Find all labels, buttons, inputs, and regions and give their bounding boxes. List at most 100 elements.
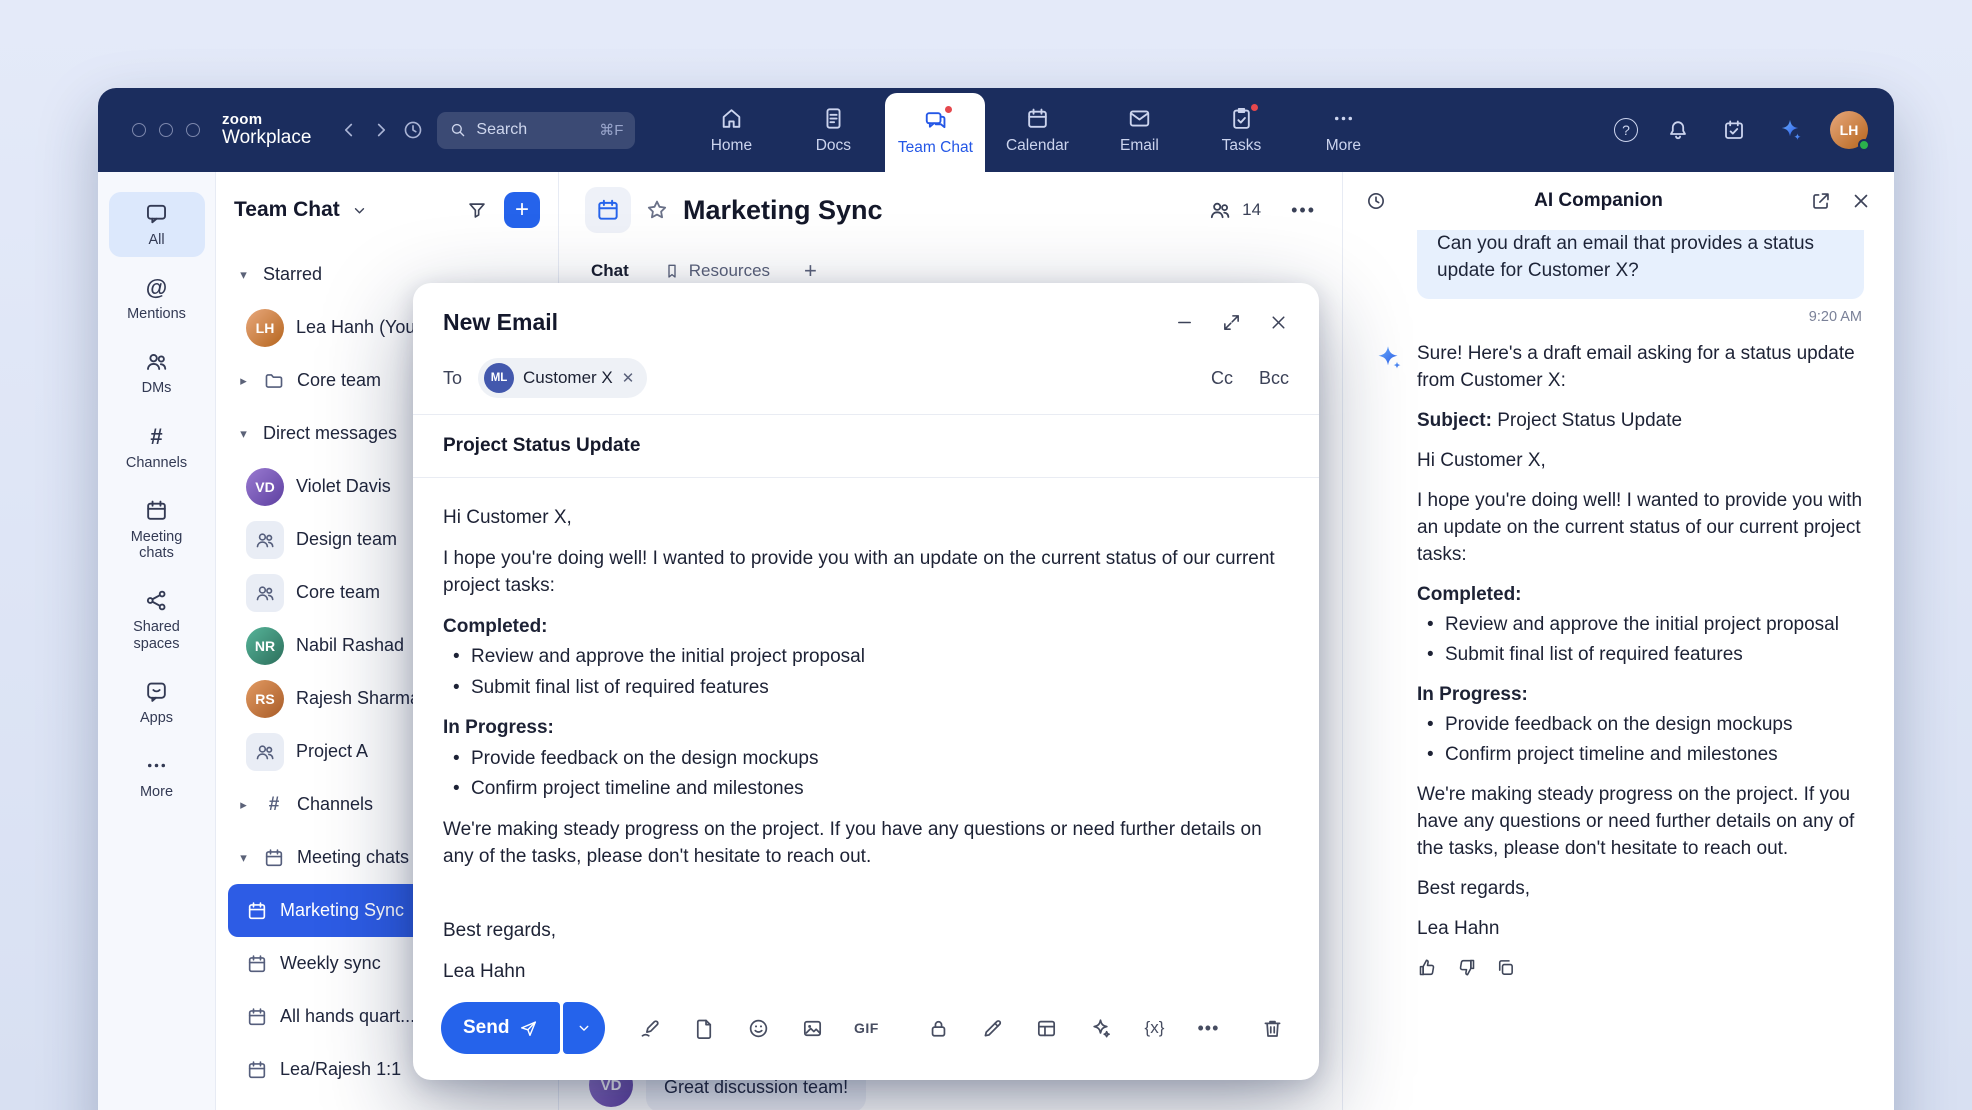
- gif-icon: GIF: [854, 1020, 879, 1036]
- tab-resources[interactable]: Resources: [663, 261, 770, 281]
- bookmark-icon: [663, 262, 681, 280]
- thumbs-up-button[interactable]: [1417, 957, 1438, 978]
- nav-email[interactable]: Email: [1089, 88, 1189, 172]
- compose-toolbar: Send GIF {x} •••: [413, 988, 1319, 1080]
- ai-close-button[interactable]: [1850, 190, 1872, 212]
- sidebar-title[interactable]: Team Chat: [234, 198, 340, 222]
- channel-calendar-icon: [585, 187, 631, 233]
- minimize-window-button[interactable]: [159, 123, 173, 137]
- chat-label: Project A: [296, 741, 368, 762]
- cc-button[interactable]: Cc: [1211, 368, 1233, 389]
- signature-button[interactable]: [635, 1013, 665, 1043]
- help-icon[interactable]: ?: [1614, 118, 1638, 142]
- edit-button[interactable]: [977, 1013, 1007, 1043]
- modal-header: New Email: [413, 283, 1319, 350]
- rail-item-mentions[interactable]: @ Mentions: [109, 266, 205, 331]
- ai-assist-button[interactable]: [1085, 1013, 1115, 1043]
- attach-file-button[interactable]: [689, 1013, 719, 1043]
- ai-companion-toggle[interactable]: [1774, 113, 1806, 147]
- template-button[interactable]: [1031, 1013, 1061, 1043]
- email-body-editor[interactable]: Hi Customer X, I hope you're doing well!…: [413, 478, 1319, 988]
- channel-more-icon[interactable]: •••: [1291, 200, 1316, 221]
- ai-response-text: Sure! Here's a draft email asking for a …: [1417, 341, 1868, 997]
- forward-button[interactable]: [365, 113, 397, 147]
- user-avatar[interactable]: LH: [1830, 111, 1868, 149]
- tab-chat[interactable]: Chat: [591, 261, 629, 281]
- meeting-calendar-icon: [246, 1006, 268, 1028]
- fullscreen-window-button[interactable]: [186, 123, 200, 137]
- chevron-down-icon[interactable]: ▾: [236, 850, 251, 866]
- rail-item-dms[interactable]: DMs: [109, 340, 205, 405]
- chat-label: Violet Davis: [296, 476, 391, 497]
- nav-calendar[interactable]: Calendar: [987, 88, 1087, 172]
- variables-button[interactable]: {x}: [1139, 1013, 1169, 1043]
- bcc-button[interactable]: Bcc: [1259, 368, 1289, 389]
- chat-label: Core team: [296, 582, 380, 603]
- smiley-icon: [747, 1017, 770, 1040]
- recipient-chip[interactable]: ML Customer X ✕: [478, 358, 647, 398]
- chevron-down-icon[interactable]: [350, 201, 369, 220]
- star-channel-button[interactable]: [645, 198, 669, 222]
- close-window-button[interactable]: [132, 123, 146, 137]
- rail-item-channels[interactable]: # Channels: [109, 415, 205, 480]
- send-options-button[interactable]: [563, 1002, 605, 1054]
- nav-home[interactable]: Home: [681, 88, 781, 172]
- ai-history-button[interactable]: [1365, 190, 1387, 212]
- rail-item-shared-spaces[interactable]: Shared spaces: [109, 579, 205, 660]
- at-icon: @: [146, 275, 167, 300]
- nav-label: Team Chat: [898, 139, 973, 157]
- open-external-icon: [1810, 190, 1832, 212]
- avatar: NR: [246, 627, 284, 665]
- gif-button[interactable]: GIF: [851, 1013, 881, 1043]
- rail-item-meeting-chats[interactable]: Meeting chats: [109, 489, 205, 570]
- cc-bcc: Cc Bcc: [1211, 368, 1289, 389]
- filter-icon[interactable]: [466, 199, 488, 221]
- logo-workplace: Workplace: [222, 128, 311, 149]
- member-count[interactable]: 14: [1242, 200, 1261, 220]
- encrypt-button[interactable]: [923, 1013, 953, 1043]
- close-icon: [1268, 312, 1289, 333]
- copy-button[interactable]: [1495, 957, 1516, 978]
- chevron-down-icon[interactable]: ▾: [236, 267, 251, 283]
- add-tab-button[interactable]: +: [804, 258, 817, 284]
- folder-label: Core team: [297, 370, 381, 391]
- remove-recipient-button[interactable]: ✕: [622, 369, 635, 387]
- minimize-button[interactable]: [1174, 312, 1195, 333]
- notifications-button[interactable]: [1662, 113, 1694, 147]
- members-icon[interactable]: [1208, 198, 1232, 222]
- history-button[interactable]: [397, 113, 429, 147]
- rail-label: Mentions: [127, 306, 186, 322]
- signature-icon: [639, 1017, 662, 1040]
- ai-conversation[interactable]: Can you draft an email that provides a s…: [1343, 230, 1894, 1110]
- back-button[interactable]: [333, 113, 365, 147]
- thumbs-down-button[interactable]: [1456, 957, 1477, 978]
- rail-item-apps[interactable]: Apps: [109, 670, 205, 735]
- more-icon: [1331, 106, 1356, 131]
- send-button[interactable]: Send: [441, 1002, 560, 1054]
- discard-draft-button[interactable]: [1257, 1013, 1287, 1043]
- emoji-button[interactable]: [743, 1013, 773, 1043]
- top-navigation: Home Docs Team Chat Calendar: [681, 88, 1393, 172]
- nav-tasks[interactable]: Tasks: [1191, 88, 1291, 172]
- ai-popout-button[interactable]: [1810, 190, 1832, 212]
- sidebar-actions: +: [466, 192, 540, 228]
- chat-label: All hands quart...: [280, 1006, 415, 1027]
- subject-field[interactable]: Project Status Update: [413, 415, 1319, 478]
- nav-docs[interactable]: Docs: [783, 88, 883, 172]
- new-chat-button[interactable]: +: [504, 192, 540, 228]
- search-input[interactable]: Search ⌘F: [437, 112, 635, 149]
- chevron-right-icon[interactable]: ▸: [236, 797, 251, 813]
- schedule-button[interactable]: [1718, 113, 1750, 147]
- more-options-button[interactable]: •••: [1193, 1013, 1223, 1043]
- nav-more[interactable]: More: [1293, 88, 1393, 172]
- expand-button[interactable]: [1221, 312, 1242, 333]
- nav-team-chat[interactable]: Team Chat: [885, 93, 985, 172]
- insert-image-button[interactable]: [797, 1013, 827, 1043]
- chevron-down-icon[interactable]: ▾: [236, 426, 251, 442]
- rail-item-all[interactable]: All: [109, 192, 205, 257]
- chevron-right-icon[interactable]: ▸: [236, 373, 251, 389]
- close-button[interactable]: [1268, 312, 1289, 333]
- plus-icon: +: [515, 198, 529, 222]
- share-nodes-icon: [144, 588, 169, 613]
- rail-item-more[interactable]: More: [109, 744, 205, 809]
